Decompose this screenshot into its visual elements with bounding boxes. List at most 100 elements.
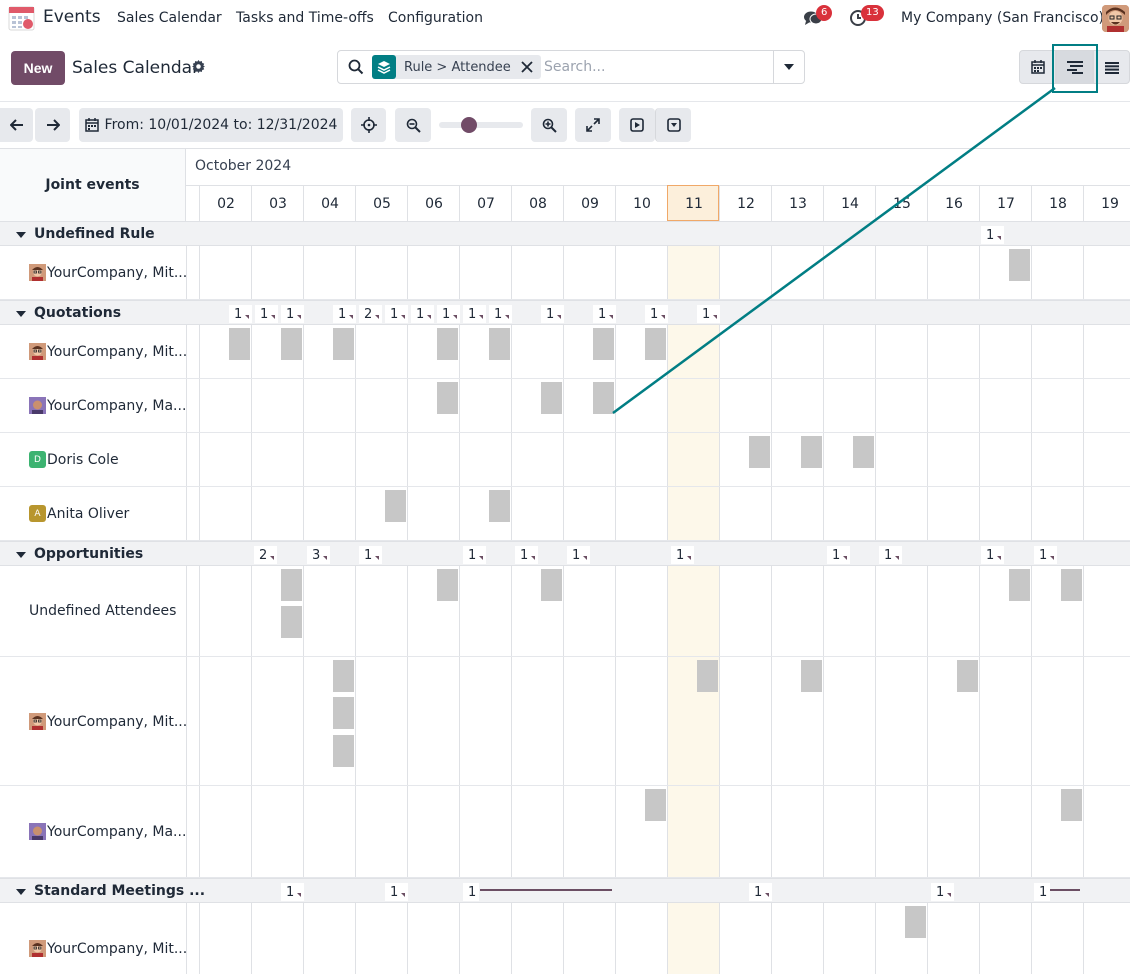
event-pill[interactable] bbox=[281, 569, 302, 601]
event-count-chip[interactable]: 1 bbox=[255, 305, 279, 323]
corner-triangle-icon bbox=[453, 315, 458, 319]
event-count-chip[interactable]: 1 bbox=[437, 305, 461, 323]
event-count-chip[interactable]: 1 bbox=[671, 546, 695, 564]
event-count-chip[interactable]: 1 bbox=[645, 305, 669, 323]
zoom-slider[interactable] bbox=[439, 122, 523, 128]
event-pill[interactable] bbox=[541, 382, 562, 414]
event-count-chip[interactable]: 1 bbox=[749, 883, 773, 901]
event-pill[interactable] bbox=[385, 490, 406, 522]
event-pill[interactable] bbox=[593, 328, 614, 360]
multi-day-bar[interactable] bbox=[480, 889, 612, 891]
search-input[interactable] bbox=[544, 57, 774, 77]
event-pill[interactable] bbox=[1009, 249, 1030, 281]
event-count-chip[interactable]: 1 bbox=[463, 546, 487, 564]
event-count-chip[interactable]: 1 bbox=[281, 883, 305, 901]
event-count-chip[interactable]: 2 bbox=[254, 546, 278, 564]
menu-tasks-timeoffs[interactable]: Tasks and Time-offs bbox=[236, 10, 374, 26]
corner-triangle-icon bbox=[270, 556, 275, 560]
user-avatar[interactable] bbox=[1102, 5, 1129, 32]
event-count-chip[interactable]: 1 bbox=[827, 546, 851, 564]
event-pill[interactable] bbox=[281, 328, 302, 360]
event-pill[interactable] bbox=[801, 660, 822, 692]
event-count-chip[interactable]: 1 bbox=[879, 546, 903, 564]
close-icon[interactable] bbox=[519, 59, 535, 75]
search-options-toggle[interactable] bbox=[773, 51, 804, 83]
event-count-chip[interactable]: 1 bbox=[697, 305, 721, 323]
focus-today-button[interactable] bbox=[351, 108, 386, 142]
group-row-quotations[interactable]: Quotations bbox=[0, 300, 1130, 325]
event-pill[interactable] bbox=[489, 490, 510, 522]
event-pill[interactable] bbox=[333, 697, 354, 729]
previous-button[interactable] bbox=[0, 108, 33, 142]
event-count-chip[interactable]: 1 bbox=[931, 883, 955, 901]
event-count-chip[interactable]: 1 bbox=[981, 546, 1005, 564]
event-pill[interactable] bbox=[957, 660, 978, 692]
menu-configuration[interactable]: Configuration bbox=[388, 10, 483, 26]
menu-sales-calendar[interactable]: Sales Calendar bbox=[117, 10, 222, 26]
event-pill[interactable] bbox=[593, 382, 614, 414]
event-pill[interactable] bbox=[853, 436, 874, 468]
multi-day-bar[interactable] bbox=[1050, 889, 1080, 891]
event-pill[interactable] bbox=[229, 328, 250, 360]
calendar-app-icon[interactable] bbox=[8, 4, 35, 31]
event-pill[interactable] bbox=[333, 660, 354, 692]
event-pill[interactable] bbox=[1061, 569, 1082, 601]
event-pill[interactable] bbox=[697, 660, 718, 692]
event-count-chip[interactable]: 1 bbox=[385, 883, 409, 901]
event-pill[interactable] bbox=[541, 569, 562, 601]
event-count-chip[interactable]: 1 bbox=[489, 305, 513, 323]
corner-triangle-icon bbox=[947, 893, 952, 897]
event-count-chip[interactable]: 1 bbox=[281, 305, 305, 323]
company-switcher[interactable]: My Company (San Francisco) bbox=[901, 10, 1104, 26]
row-label: YourCompany, Mit... bbox=[29, 264, 187, 281]
event-pill[interactable] bbox=[749, 436, 770, 468]
event-count-chip[interactable]: 2 bbox=[359, 305, 383, 323]
event-pill[interactable] bbox=[333, 735, 354, 767]
event-pill[interactable] bbox=[801, 436, 822, 468]
event-pill[interactable] bbox=[333, 328, 354, 360]
event-count-chip[interactable]: 1 bbox=[463, 305, 487, 323]
event-count-chip[interactable]: 1 bbox=[1034, 546, 1058, 564]
next-button[interactable] bbox=[35, 108, 70, 142]
group-row-undefined-rule[interactable]: Undefined Rule bbox=[0, 221, 1130, 246]
event-pill[interactable] bbox=[281, 606, 302, 638]
new-button[interactable]: New bbox=[11, 51, 65, 85]
calendar-view-button[interactable] bbox=[1019, 50, 1056, 84]
app-name[interactable]: Events bbox=[43, 7, 101, 27]
event-count-chip[interactable]: 3 bbox=[307, 546, 331, 564]
event-count-chip[interactable]: 1 bbox=[1034, 883, 1051, 901]
event-count-chip[interactable]: 1 bbox=[567, 546, 591, 564]
event-pill[interactable] bbox=[905, 906, 926, 938]
event-pill[interactable] bbox=[645, 789, 666, 821]
corner-triangle-icon bbox=[843, 556, 848, 560]
search-icon[interactable] bbox=[348, 59, 364, 75]
event-count-chip[interactable]: 1 bbox=[981, 226, 1005, 244]
event-count-chip[interactable]: 1 bbox=[541, 305, 565, 323]
event-count-chip[interactable]: 1 bbox=[359, 546, 383, 564]
row-divider bbox=[0, 656, 1130, 657]
event-pill[interactable] bbox=[1009, 569, 1030, 601]
event-pill[interactable] bbox=[437, 328, 458, 360]
event-pill[interactable] bbox=[437, 382, 458, 414]
event-pill[interactable] bbox=[489, 328, 510, 360]
event-count-chip[interactable]: 1 bbox=[463, 883, 480, 901]
event-pill[interactable] bbox=[437, 569, 458, 601]
zoom-out-button[interactable] bbox=[395, 108, 431, 142]
date-range-button[interactable]: From: 10/01/2024 to: 12/31/2024 bbox=[79, 108, 343, 142]
gear-icon[interactable] bbox=[192, 60, 205, 73]
event-pill[interactable] bbox=[1061, 789, 1082, 821]
group-row-opportunities[interactable]: Opportunities bbox=[0, 541, 1130, 566]
event-count-chip[interactable]: 1 bbox=[515, 546, 539, 564]
expand-button[interactable] bbox=[575, 108, 611, 142]
zoom-in-button[interactable] bbox=[531, 108, 567, 142]
event-count-chip[interactable]: 1 bbox=[411, 305, 435, 323]
event-count-chip[interactable]: 1 bbox=[333, 305, 357, 323]
event-count-chip[interactable]: 1 bbox=[593, 305, 617, 323]
zoom-slider-handle[interactable] bbox=[461, 117, 477, 133]
event-count-chip[interactable]: 1 bbox=[229, 305, 253, 323]
collapse-rows-button[interactable] bbox=[655, 108, 691, 142]
expand-rows-button[interactable] bbox=[619, 108, 655, 142]
event-pill[interactable] bbox=[645, 328, 666, 360]
list-view-button[interactable] bbox=[1093, 50, 1130, 84]
event-count-chip[interactable]: 1 bbox=[385, 305, 409, 323]
